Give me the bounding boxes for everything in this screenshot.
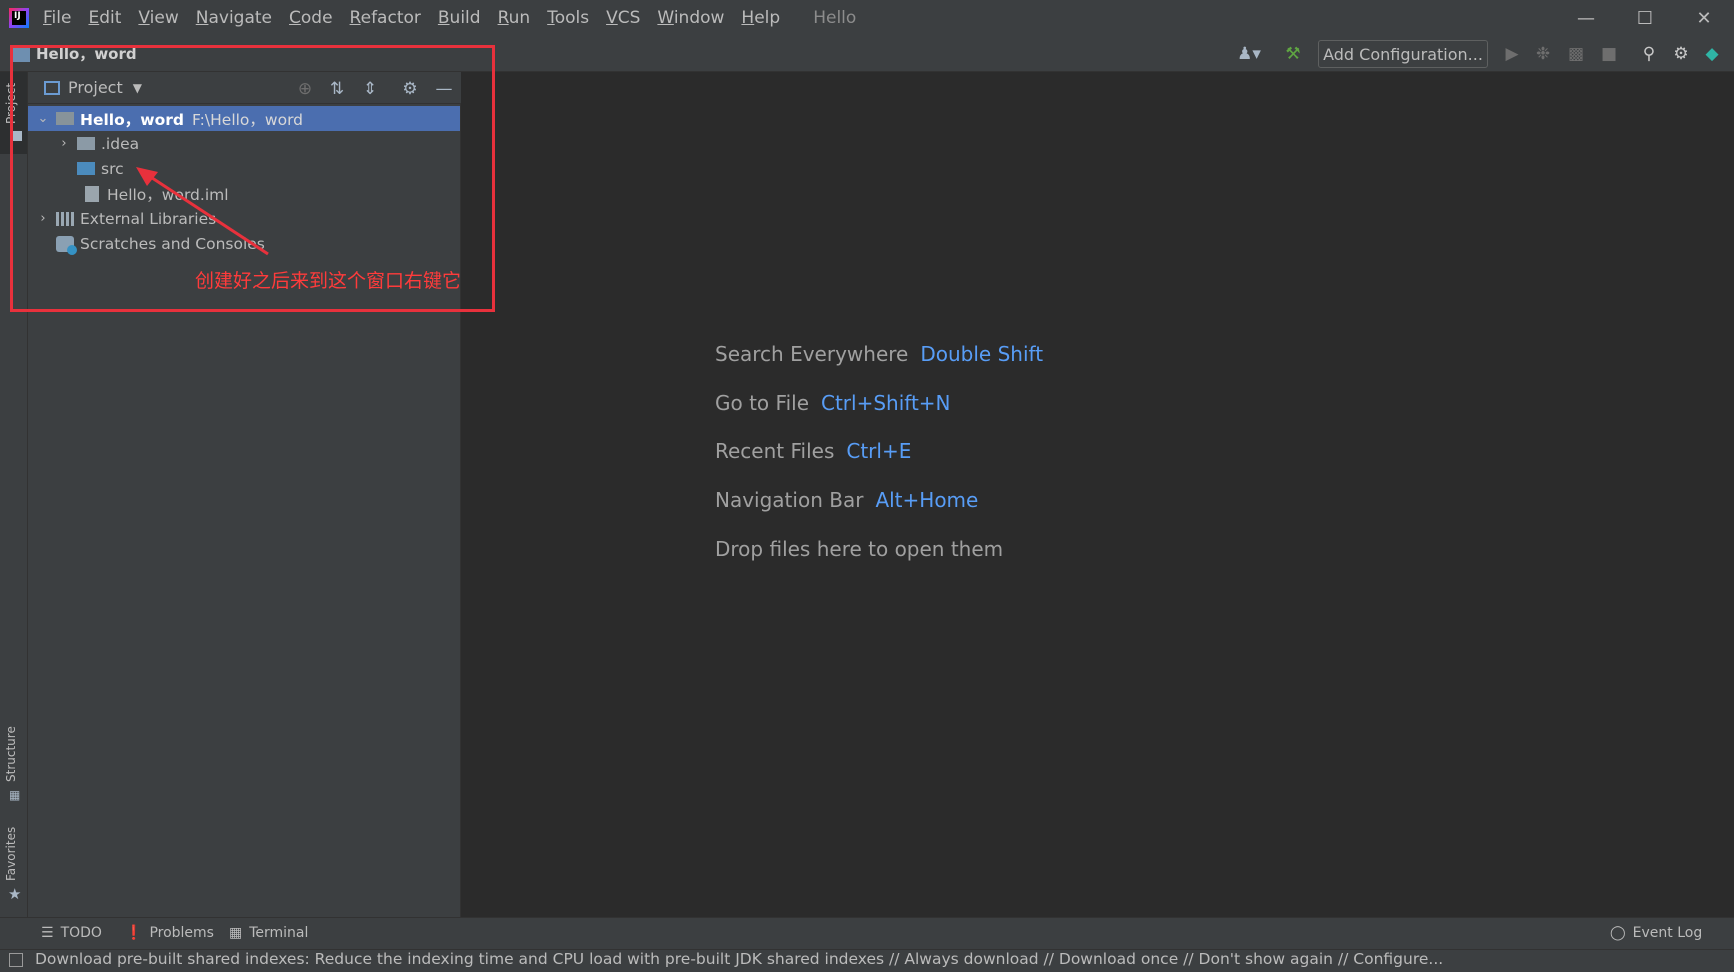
close-icon[interactable]: ✕ (1675, 0, 1733, 36)
tab-label: Problems (149, 925, 214, 941)
window-project-title: Hello (813, 8, 857, 28)
user-account-icon[interactable]: ♟▾ (1232, 42, 1266, 66)
menu-refactor[interactable]: Refactor (350, 8, 421, 28)
menu-navigate[interactable]: Navigate (196, 8, 272, 28)
tool-tab-terminal[interactable]: ▦ Terminal (229, 925, 308, 941)
status-toggle-icon[interactable] (9, 953, 23, 967)
status-message[interactable]: Download pre-built shared indexes: Reduc… (35, 950, 1443, 968)
tab-label: Event Log (1632, 925, 1703, 941)
annotation-arrow-icon (136, 167, 269, 256)
hint-shortcut: Double Shift (920, 342, 1044, 366)
minimize-icon[interactable]: — (1557, 0, 1615, 36)
favorites-star-icon: ★ (8, 885, 22, 903)
hint-label: Navigation Bar (715, 488, 864, 512)
add-configuration-button[interactable]: Add Configuration... (1318, 40, 1488, 68)
menu-window[interactable]: Window (657, 8, 724, 28)
hint-shortcut: Alt+Home (875, 488, 979, 512)
menu-run[interactable]: Run (498, 8, 531, 28)
debug-icon[interactable]: ❉ (1531, 42, 1555, 66)
tool-tab-todo[interactable]: ☰ TODO (41, 925, 102, 941)
search-icon[interactable]: ⚲ (1637, 42, 1661, 66)
menu-build[interactable]: Build (438, 8, 481, 28)
structure-icon: ▦ (9, 788, 21, 802)
stop-icon[interactable]: ■ (1597, 42, 1621, 66)
hint-label: Search Everywhere (715, 342, 909, 366)
intellij-logo-icon: IJ (9, 8, 29, 28)
hint-recent-files: Recent Files Ctrl+E (715, 439, 911, 463)
tool-tab-event-log[interactable]: ◯ Event Log (1610, 925, 1702, 941)
hint-label: Recent Files (715, 439, 835, 463)
maximize-icon[interactable]: ☐ (1616, 0, 1674, 36)
menu-file[interactable]: File (43, 8, 71, 28)
menu-tools[interactable]: Tools (547, 8, 589, 28)
tool-tab-problems[interactable]: ❗ Problems (125, 925, 214, 941)
build-hammer-icon[interactable]: ⚒ (1281, 42, 1305, 66)
tool-tab-structure[interactable]: Structure (4, 726, 18, 782)
warning-icon: ❗ (125, 925, 143, 941)
hint-drop-files: Drop files here to open them (715, 537, 1003, 561)
menu-help[interactable]: Help (741, 8, 780, 28)
tab-label: TODO (60, 925, 102, 941)
hint-label: Go to File (715, 391, 809, 415)
run-icon[interactable]: ▶ (1500, 42, 1524, 66)
menu-code[interactable]: Code (289, 8, 333, 28)
menu-view[interactable]: View (138, 8, 178, 28)
hint-shortcut: Ctrl+E (846, 439, 912, 463)
settings-gear-icon[interactable]: ⚙ (1669, 42, 1693, 66)
hint-label: Drop files here to open them (715, 537, 1004, 561)
menu-edit[interactable]: Edit (88, 8, 121, 28)
tab-label: Terminal (249, 925, 309, 941)
title-bar: IJ File Edit View Navigate Code Refactor… (0, 0, 1734, 36)
hint-shortcut: Ctrl+Shift+N (821, 391, 951, 415)
list-icon: ☰ (41, 925, 54, 941)
tool-tab-favorites[interactable]: Favorites (4, 827, 18, 881)
event-log-icon: ◯ (1610, 925, 1626, 941)
terminal-icon: ▦ (229, 925, 243, 941)
plugin-logo-icon[interactable]: ◆ (1700, 42, 1724, 66)
hint-navigation-bar: Navigation Bar Alt+Home (715, 488, 978, 512)
hint-go-to-file: Go to File Ctrl+Shift+N (715, 391, 951, 415)
hint-search-everywhere: Search Everywhere Double Shift (715, 342, 1043, 366)
coverage-icon[interactable]: ▩ (1564, 42, 1588, 66)
annotation-note: 创建好之后来到这个窗口右键它 (195, 270, 462, 292)
menu-vcs[interactable]: VCS (606, 8, 640, 28)
